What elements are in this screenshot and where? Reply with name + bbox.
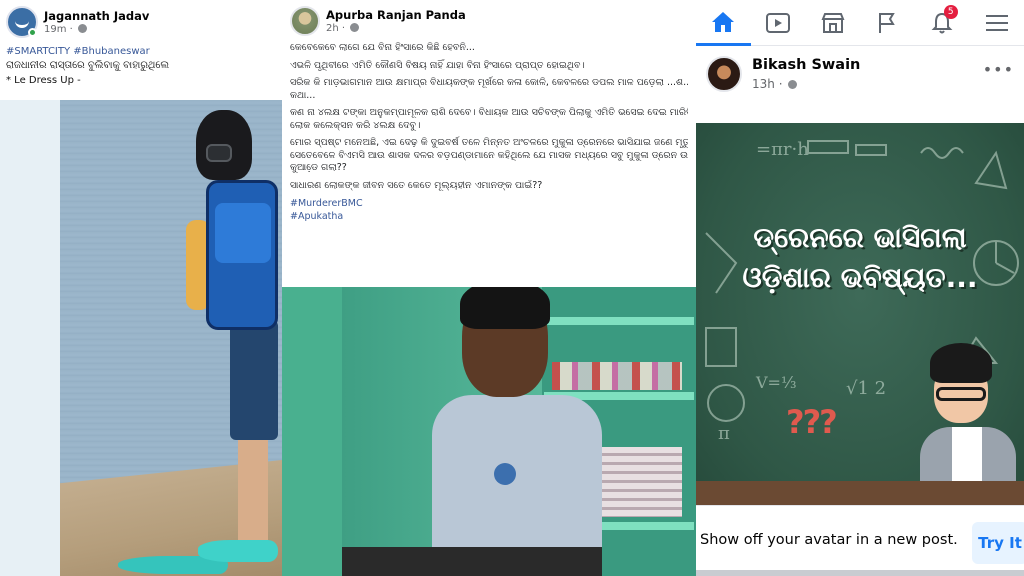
- avatar-hair: [930, 343, 992, 383]
- hamburger-icon: [985, 15, 1008, 31]
- cartoon-avatar: [916, 343, 1016, 497]
- chalk-symbol: π: [718, 423, 730, 444]
- boy-hair: [460, 287, 550, 329]
- avatar[interactable]: [6, 6, 38, 38]
- avatar-promo: Show off your avatar in a new post. Try …: [696, 505, 1024, 576]
- post-left-header: Jagannath Jadav 19m · #SMARTCITY #Bhuban…: [0, 0, 282, 100]
- fin: [198, 540, 278, 562]
- post-paragraph: ସାଧାରଣ ଲୋକଙ୍କ ଜୀବନ ସତେ କେତେ ମୂଲ୍ୟହୀନ ଏମା…: [290, 179, 543, 191]
- post-photo-boy[interactable]: [282, 287, 696, 576]
- flag-icon: [879, 13, 896, 33]
- nav-menu[interactable]: [969, 0, 1024, 46]
- post-middle: Apurba Ranjan Panda 2h · କେବେକେବେ ଲାଗେ ଯ…: [282, 0, 696, 576]
- chalk-symbol: V=⅓: [756, 373, 797, 392]
- shirt-badge: [494, 463, 516, 485]
- avatar[interactable]: [290, 6, 320, 36]
- life-vest: [206, 180, 278, 330]
- dive-mask: [206, 144, 232, 162]
- post-paragraph: କେବେକେବେ ଲାଗେ ଯେ ବିନା ହିଂସାରେ କିଛି ହେବନି…: [290, 42, 475, 53]
- timestamp[interactable]: 19m: [44, 24, 66, 35]
- nav-marketplace[interactable]: [805, 0, 860, 46]
- post-paragraph: ମୋର ସ୍ପଷ୍ଟ ମନେଅଛି, ଏଇ ଦେଢ଼ କି ଦୁଇବର୍ଷ ତଳ…: [290, 137, 688, 148]
- shorts: [230, 320, 278, 440]
- diver-figure: [118, 110, 278, 574]
- leg: [238, 430, 268, 550]
- post-text: ରାଜଧାନୀର ରାସ୍ତାରେ ବୁଲିବାକୁ ବାହାରୁଥିଲେ: [6, 60, 170, 71]
- post-left: Jagannath Jadav 19m · #SMARTCITY #Bhuban…: [0, 0, 282, 576]
- author-name[interactable]: Jagannath Jadav: [44, 9, 149, 23]
- post-paragraph: ସରିକ କି ମାଡ଼ଭାଗମାନ ଆଉ କ୍ଷମାପ୍ର ବିଧାୟକଙ୍କ…: [290, 77, 688, 88]
- nav-home[interactable]: [696, 0, 751, 46]
- post-paragraph: ଏଭଳି ପୃଥିବୀରେ ଏମିତି କୌଣସି ବିଷୟ ନାହିଁ ଯାହ…: [290, 59, 585, 71]
- post-text: * Le Dress Up -: [6, 75, 81, 86]
- desk: [342, 547, 602, 576]
- headline-line: ଡ୍ରେନରେ ଭାସିଗଲା: [753, 221, 967, 254]
- hood: [196, 110, 252, 180]
- home-icon: [712, 11, 735, 32]
- post-time[interactable]: 13h ·: [752, 77, 860, 91]
- post-photo-diver[interactable]: [0, 100, 282, 576]
- nav-watch[interactable]: [751, 0, 806, 46]
- divider: [696, 570, 1024, 576]
- facebook-panel: 5 Bikash Swain 13h · ••• =πr·h V=⅓ √1 2 …: [696, 0, 1024, 576]
- promo-text: Show off your avatar in a new post.: [700, 532, 958, 548]
- post-body: କେବେକେବେ ଲାଗେ ଯେ ବିନା ହିଂସାରେ କିଛି ହେବନି…: [290, 42, 688, 223]
- shelf: [544, 317, 694, 325]
- avatar[interactable]: [706, 56, 742, 92]
- globe-icon: [78, 24, 88, 33]
- post-middle-header: Apurba Ranjan Panda 2h · କେବେକେବେ ଲାଗେ ଯ…: [282, 0, 696, 223]
- question-marks: ???: [786, 403, 838, 441]
- author-name[interactable]: Bikash Swain: [752, 57, 860, 73]
- nav-notifications[interactable]: 5: [915, 0, 970, 46]
- avatar-glasses: [936, 387, 986, 401]
- store-icon: [821, 13, 845, 33]
- post-paragraph: ଲୋକ କଲେକ୍ସନ କରି ୪ଲକ୍ଷ ଦେବୁ।: [290, 119, 421, 131]
- chalk-symbol: =πr·h: [756, 139, 809, 160]
- nav-pages[interactable]: [860, 0, 915, 46]
- chalk-symbol: √1 2: [846, 378, 887, 399]
- timestamp[interactable]: 2h: [326, 23, 339, 34]
- video-icon: [766, 13, 790, 33]
- chalkboard-image[interactable]: =πr·h V=⅓ √1 2 π ଡ୍ରେନରେ ଭାସିଗଲା ଓଡ଼ିଶାର…: [696, 123, 1024, 505]
- top-nav: 5: [696, 0, 1024, 46]
- post-time[interactable]: 2h ·: [326, 23, 466, 34]
- author-name[interactable]: Apurba Ranjan Panda: [326, 8, 466, 22]
- hashtag-link[interactable]: #MurdererBMC: [290, 197, 688, 210]
- more-options-button[interactable]: •••: [983, 60, 1014, 79]
- notification-badge: 5: [943, 5, 958, 19]
- board-headline: ଡ୍ରେନରେ ଭାସିଗଲା ଓଡ଼ିଶାର ଭବିଷ୍ୟତ...: [696, 218, 1024, 298]
- post-paragraph: ସେତେବେଳେ ବିଏମସି ଆଉ ଶାସକ ଦଳର ବଡ଼ପଣ୍ଡାମାନେ…: [290, 149, 688, 161]
- timestamp[interactable]: 13h: [752, 77, 775, 91]
- globe-icon: [350, 23, 360, 32]
- shelf-items: [552, 362, 682, 390]
- post-time[interactable]: 19m ·: [44, 24, 149, 35]
- hashtag-link[interactable]: #Apukatha: [290, 210, 688, 223]
- board-frame: [696, 481, 1024, 505]
- globe-icon: [788, 80, 798, 89]
- post-paragraph: କଣ ନା ୪ଲକ୍ଷ ଟଙ୍କା ଅନୁକମ୍ପାମୂଳକ ରାଶି ଦେବେ…: [290, 107, 688, 118]
- post-paragraph: କୁଆଡେ଼ ଗଲା??: [290, 162, 347, 173]
- hashtags[interactable]: #SMARTCITY #Bhubaneswar: [6, 46, 276, 57]
- online-indicator: [28, 28, 37, 37]
- headline-line: ଓଡ଼ିଶାର ଭବିଷ୍ୟତ...: [742, 261, 978, 294]
- try-it-button[interactable]: Try It: [972, 522, 1024, 564]
- photo-border: [0, 100, 62, 576]
- post-right-header: Bikash Swain 13h · •••: [696, 46, 1024, 124]
- post-paragraph: କଥା...: [290, 89, 316, 101]
